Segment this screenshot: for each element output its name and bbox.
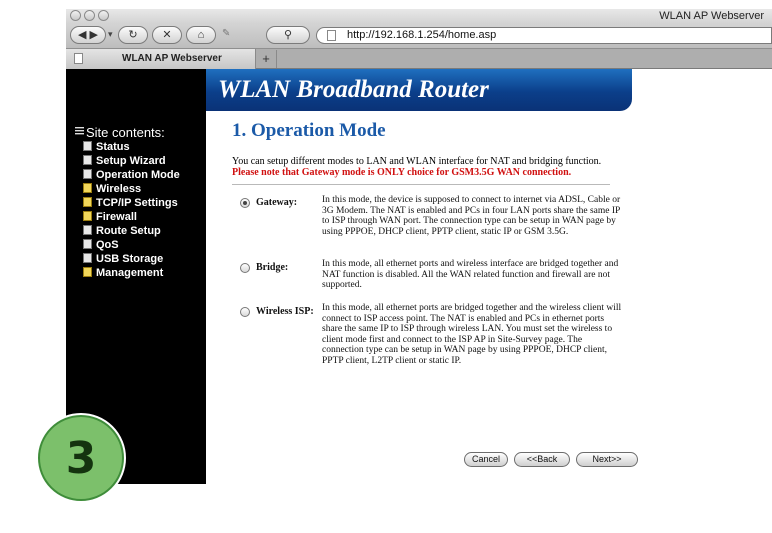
page-icon	[83, 239, 92, 249]
back-forward-button[interactable]: ◀ ▶	[70, 26, 106, 44]
folder-icon	[83, 197, 92, 207]
folder-icon	[83, 211, 92, 221]
back-button[interactable]: <<Back	[514, 452, 570, 467]
search-button[interactable]: ⚲	[266, 26, 310, 44]
back-arrow-icon[interactable]: ◀	[78, 29, 86, 41]
history-dropdown-icon[interactable]: ▾	[108, 29, 113, 40]
address-bar[interactable]: http://192.168.1.254/home.asp	[316, 27, 772, 44]
page-icon	[83, 141, 92, 151]
new-tab-button[interactable]: +	[256, 50, 277, 68]
sidebar-item-operation-mode[interactable]: Operation Mode	[83, 169, 180, 181]
sidebar-item-management[interactable]: Management	[83, 267, 163, 279]
page-title: 1. Operation Mode	[232, 120, 386, 141]
reload-button[interactable]: ↻	[118, 26, 148, 44]
sidebar-item-usb-storage[interactable]: USB Storage	[83, 253, 163, 265]
browser-toolbar: ◀ ▶ ▾ ↻ ✕ ⌂ ✎ ⚲ http://192.168.1.254/hom…	[66, 23, 772, 48]
page-icon	[83, 155, 92, 165]
window-title-bar: WLAN AP Webserver	[66, 9, 772, 23]
stop-icon: ✕	[162, 29, 172, 41]
next-button[interactable]: Next>>	[576, 452, 638, 467]
sidebar-item-qos[interactable]: QoS	[83, 239, 119, 251]
sidebar-item-route-setup[interactable]: Route Setup	[83, 225, 161, 237]
bridge-description: In this mode, all ethernet ports and wir…	[322, 259, 619, 291]
page-icon	[83, 225, 92, 235]
tab-page-icon	[74, 53, 83, 64]
gateway-label: Gateway:	[256, 197, 298, 208]
home-button[interactable]: ⌂	[186, 26, 216, 44]
bookmark-icon[interactable]: ✎	[222, 28, 230, 39]
banner-title: WLAN Broadband Router	[218, 76, 489, 103]
zoom-window-icon[interactable]	[98, 10, 109, 21]
sidebar-item-setup-wizard[interactable]: Setup Wizard	[83, 155, 166, 167]
folder-icon	[83, 183, 92, 193]
search-icon: ⚲	[283, 29, 293, 41]
step-number: 3	[65, 433, 97, 484]
tab-wlan-ap-webserver[interactable]: WLAN AP Webserver	[66, 49, 256, 69]
close-window-icon[interactable]	[70, 10, 81, 21]
reload-icon: ↻	[128, 29, 138, 41]
window-title: WLAN AP Webserver	[659, 10, 764, 22]
gateway-radio[interactable]	[240, 198, 250, 208]
page-icon	[83, 169, 92, 179]
tab-bar: WLAN AP Webserver +	[66, 48, 772, 69]
folder-icon	[83, 267, 92, 277]
bridge-label: Bridge:	[256, 262, 289, 273]
wireless-isp-description: In this mode, all ethernet ports are bri…	[322, 303, 622, 366]
home-icon: ⌂	[197, 29, 205, 41]
sidebar-heading: Site contents:	[86, 125, 165, 140]
sidebar-item-wireless[interactable]: Wireless	[83, 183, 141, 195]
wireless-isp-radio[interactable]	[240, 307, 250, 317]
minimize-window-icon[interactable]	[84, 10, 95, 21]
wireless-isp-label: Wireless ISP:	[256, 306, 314, 317]
gateway-description: In this mode, the device is supposed to …	[322, 195, 621, 237]
stop-button[interactable]: ✕	[152, 26, 182, 44]
sidebar-item-tcpip-settings[interactable]: TCP/IP Settings	[83, 197, 178, 209]
url-text[interactable]: http://192.168.1.254/home.asp	[347, 29, 496, 41]
sidebar-item-firewall[interactable]: Firewall	[83, 211, 137, 223]
page-icon	[327, 30, 336, 41]
sidebar-item-status[interactable]: Status	[83, 141, 130, 153]
cancel-button[interactable]: Cancel	[464, 452, 508, 467]
tree-root-icon	[75, 127, 84, 135]
warning-text: Please note that Gateway mode is ONLY ch…	[232, 167, 572, 178]
page-icon	[83, 253, 92, 263]
tab-label: WLAN AP Webserver	[122, 53, 222, 64]
intro-text: You can setup different modes to LAN and…	[232, 156, 602, 167]
forward-arrow-icon[interactable]: ▶	[90, 29, 98, 41]
banner-left	[66, 69, 206, 111]
bridge-radio[interactable]	[240, 263, 250, 273]
divider	[232, 184, 610, 185]
